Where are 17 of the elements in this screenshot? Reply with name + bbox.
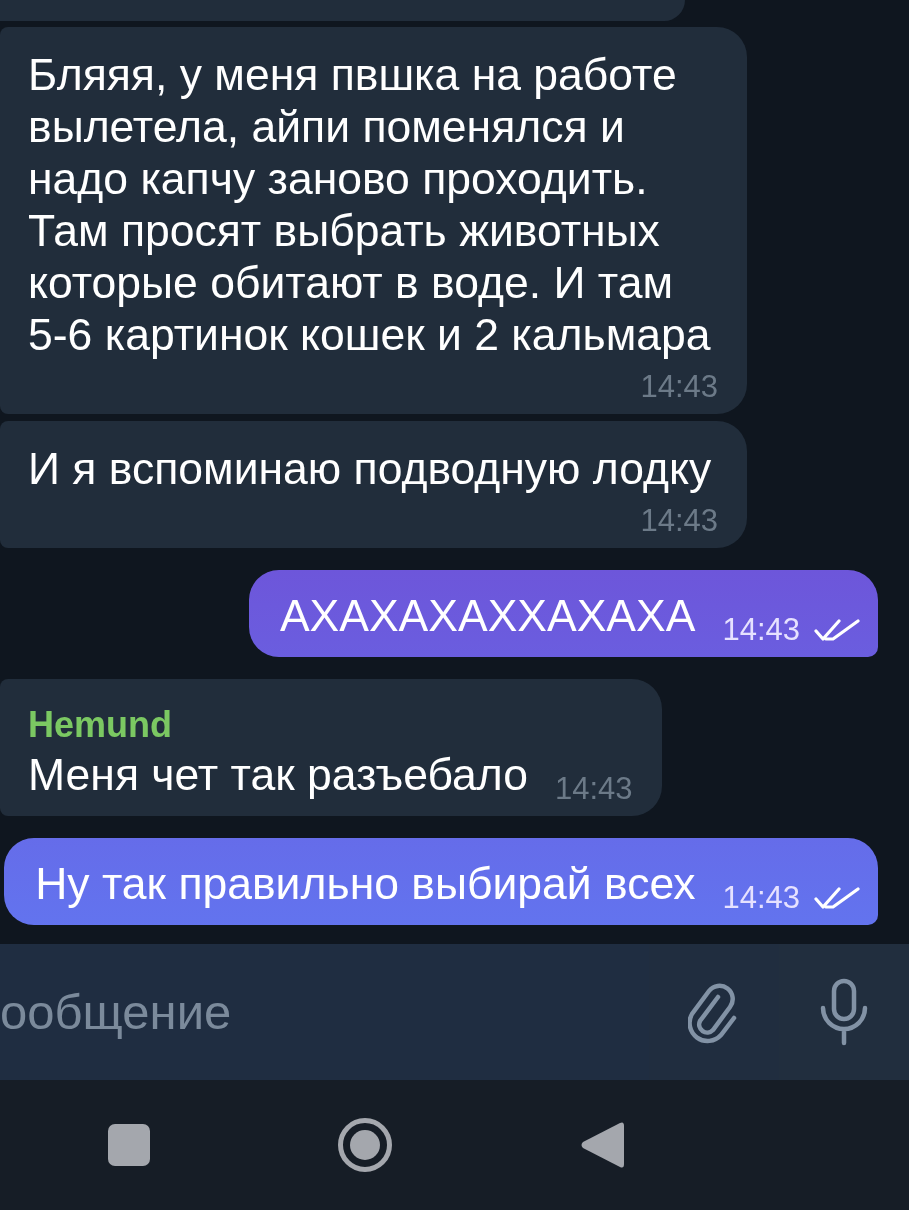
back-icon[interactable] xyxy=(580,1121,624,1169)
sender-name: Hemund xyxy=(28,703,173,747)
message-time: 14:43 xyxy=(722,880,800,916)
message-input[interactable]: ообщение xyxy=(0,944,649,1080)
recent-apps-icon[interactable] xyxy=(108,1124,150,1166)
message-text: Ну так правильно выбирай всех xyxy=(35,858,696,910)
microphone-icon xyxy=(819,978,869,1046)
home-icon[interactable] xyxy=(338,1118,392,1172)
message-time: 14:43 xyxy=(554,771,633,807)
message-text: Бляяя, у меня пвшка на работе вылетела, айпи поменялся и надо капчу заново проходить. Там просят выбрать животных которые обитают в воде. И там 5-6 картинок кошек и 2 кальмара xyxy=(28,49,712,361)
message-time: 14:43 xyxy=(640,503,718,539)
message-time: 14:43 xyxy=(640,369,718,405)
message-text: И я вспоминаю подводную лодку xyxy=(28,443,712,495)
message-text: АХАХАХАХХАХАХА xyxy=(279,590,696,642)
voice-message-button[interactable] xyxy=(779,944,909,1080)
message-text: Меня чет так разъебало xyxy=(28,749,528,801)
message-time: 14:43 xyxy=(722,612,800,648)
